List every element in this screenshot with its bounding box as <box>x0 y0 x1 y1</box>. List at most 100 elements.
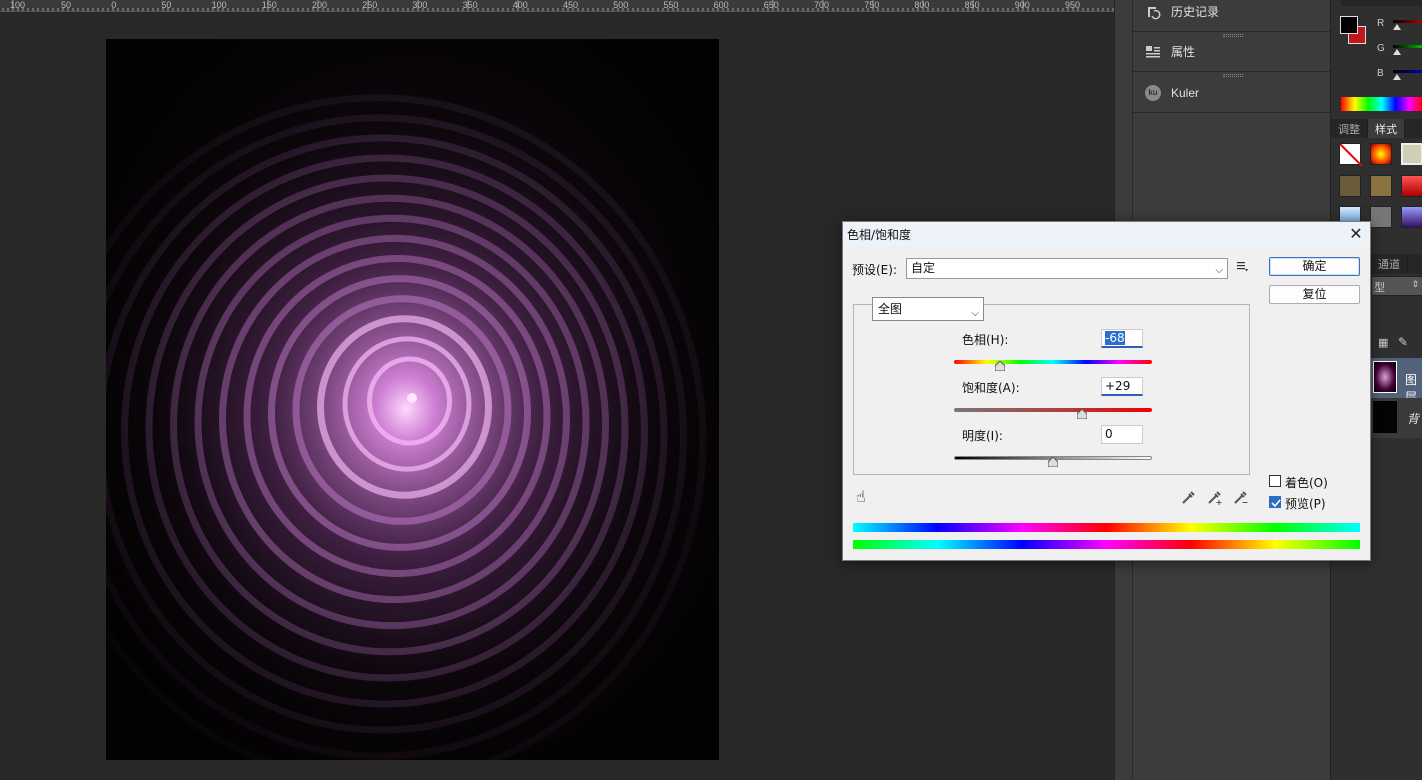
layer-row-active[interactable]: 图层 <box>1371 358 1422 404</box>
g-slider-thumb[interactable] <box>1393 49 1401 55</box>
lightness-slider-thumb[interactable] <box>1048 457 1058 467</box>
kuler-icon: ku <box>1145 84 1161 101</box>
lightness-value: 0 <box>1105 427 1113 441</box>
style-fire-swatch[interactable] <box>1370 143 1392 165</box>
preset-options-icon[interactable] <box>1236 260 1250 277</box>
b-slider[interactable] <box>1393 70 1422 73</box>
lightness-input[interactable]: 0 <box>1101 425 1143 444</box>
ruler-label: 800 <box>914 0 930 10</box>
style-pattern-swatch[interactable] <box>1370 206 1392 228</box>
ruler-label: 400 <box>512 0 528 10</box>
layer-name: 背 <box>1407 412 1420 426</box>
style-gold-swatch[interactable] <box>1370 175 1392 197</box>
source-color-bar <box>853 523 1360 532</box>
saturation-slider[interactable] <box>954 408 1152 412</box>
channel-select[interactable]: 全图 ⌵ <box>872 297 984 321</box>
ruler-label: 100 <box>10 0 26 10</box>
ripple-artwork <box>106 39 719 760</box>
adjust-styles-tabs: 调整 样式 <box>1331 119 1422 138</box>
hue-slider-thumb[interactable] <box>994 361 1005 371</box>
preview-checkbox[interactable] <box>1269 496 1281 508</box>
style-purple-swatch[interactable] <box>1401 206 1422 228</box>
history-label: 历史记录 <box>1171 5 1220 19</box>
colorize-checkbox[interactable] <box>1269 475 1281 487</box>
preview-label: 预览(P) <box>1285 497 1326 511</box>
adjustment-group <box>853 304 1250 475</box>
layers-tabs: 通道 <box>1371 254 1422 274</box>
saturation-value: +29 <box>1105 379 1131 393</box>
ruler-label: 700 <box>814 0 830 10</box>
properties-panel-button[interactable]: 属性 <box>1133 32 1331 72</box>
tab-styles[interactable]: 样式 <box>1368 119 1405 138</box>
preset-select[interactable]: 自定 ⌵ <box>906 258 1228 279</box>
saturation-label: 饱和度(A): <box>962 381 1020 395</box>
ruler-label: 500 <box>613 0 629 10</box>
channel-value: 全图 <box>878 302 903 316</box>
tab-adjustments[interactable]: 调整 <box>1331 119 1368 138</box>
history-icon <box>1145 4 1161 20</box>
style-bronze-swatch[interactable] <box>1339 175 1361 197</box>
reset-button[interactable]: 复位 <box>1269 285 1360 304</box>
targeted-adjustment-hand-icon[interactable]: ☝ <box>856 487 866 506</box>
layer-toolbar: ▦ ✎ <box>1371 333 1422 353</box>
ruler-label: 250 <box>362 0 378 10</box>
eyedropper-icon[interactable] <box>1180 488 1198 506</box>
kind-filter-label: 型 <box>1374 282 1385 294</box>
ruler-label: 150 <box>261 0 277 10</box>
tab-channels[interactable]: 通道 <box>1371 254 1408 274</box>
g-label: G <box>1377 43 1385 54</box>
lock-transparency-icon[interactable]: ▦ <box>1378 336 1388 349</box>
ruler-label: 550 <box>663 0 679 10</box>
b-label: B <box>1377 68 1384 79</box>
b-slider-thumb[interactable] <box>1393 74 1401 80</box>
lock-brush-icon[interactable]: ✎ <box>1398 335 1408 349</box>
dialog-title: 色相/饱和度 <box>847 228 912 242</box>
colorize-label: 着色(O) <box>1285 476 1328 490</box>
r-slider[interactable] <box>1393 20 1422 23</box>
kuler-panel-button[interactable]: ku Kuler <box>1133 73 1331 113</box>
adjusted-color-bar <box>853 540 1360 549</box>
ruler-label: 900 <box>1014 0 1030 10</box>
history-panel-button[interactable]: 历史记录 <box>1133 0 1331 32</box>
chevron-down-icon: ⌵ <box>1215 265 1223 276</box>
style-red-swatch[interactable] <box>1401 175 1422 197</box>
dialog-titlebar[interactable]: 色相/饱和度 ✕ <box>843 222 1370 246</box>
r-label: R <box>1377 18 1385 29</box>
ruler-label: 750 <box>864 0 880 10</box>
eyedropper-plus-icon[interactable] <box>1206 488 1224 506</box>
eyedropper-minus-icon[interactable] <box>1232 488 1250 506</box>
saturation-input[interactable]: +29 <box>1101 377 1143 396</box>
properties-label: 属性 <box>1171 45 1196 59</box>
ruler-label: 0 <box>111 0 117 10</box>
style-frame-swatch[interactable] <box>1401 143 1422 165</box>
hue-input[interactable]: -68 <box>1101 329 1143 348</box>
ruler-label: 100 <box>211 0 227 10</box>
hue-label: 色相(H): <box>962 333 1009 347</box>
layer-thumbnail <box>1373 361 1397 393</box>
hue-saturation-dialog: 色相/饱和度 ✕ 预设(E): 自定 ⌵ 确定 复位 全图 ⌵ 色相(H): -… <box>842 221 1371 561</box>
hue-slider[interactable] <box>954 360 1152 364</box>
chevron-down-icon: ⌵ <box>971 308 979 319</box>
layer-thumbnail <box>1373 401 1397 433</box>
horizontal-ruler[interactable]: 100 50 0 50 100 150 200 250 300 350 400 450 500 550 60… <box>0 0 1114 12</box>
ruler-label: 950 <box>1065 0 1081 10</box>
color-spectrum-ramp[interactable] <box>1341 97 1422 111</box>
photoshop-window: 100 50 0 50 100 150 200 250 300 350 400 450 500 550 60… <box>0 0 1422 780</box>
close-icon[interactable]: ✕ <box>1346 224 1366 244</box>
preset-label: 预设(E): <box>852 263 897 277</box>
foreground-color-swatch[interactable] <box>1340 16 1358 34</box>
layer-kind-filter[interactable]: 型 ⇕ <box>1371 276 1422 296</box>
saturation-slider-thumb[interactable] <box>1076 409 1087 419</box>
updown-icon: ⇕ <box>1411 279 1419 289</box>
g-slider[interactable] <box>1393 45 1422 48</box>
ruler-label: 50 <box>161 0 172 10</box>
lightness-label: 明度(I): <box>962 429 1003 443</box>
ruler-label: 650 <box>763 0 779 10</box>
preset-value: 自定 <box>911 261 936 275</box>
style-none-swatch[interactable] <box>1339 143 1363 167</box>
color-tabs-strip <box>1341 0 1422 6</box>
document-canvas[interactable] <box>106 39 719 760</box>
ok-button[interactable]: 确定 <box>1269 257 1360 276</box>
layer-row-background[interactable]: 背 <box>1371 398 1422 438</box>
r-slider-thumb[interactable] <box>1393 24 1401 30</box>
